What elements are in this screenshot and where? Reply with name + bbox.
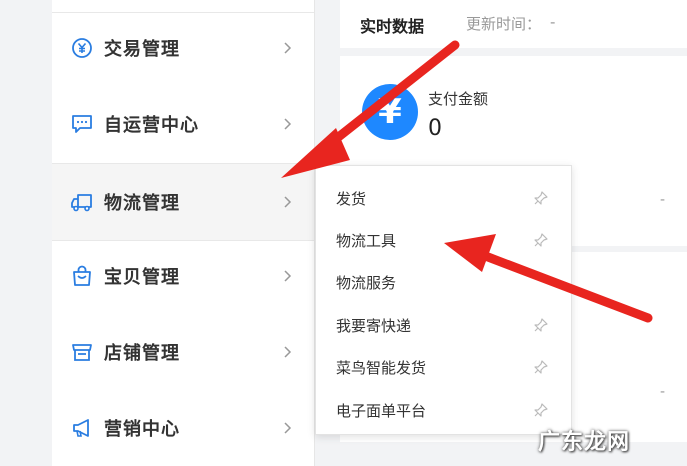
pin-icon[interactable] [533,317,549,333]
truck-icon [70,190,94,214]
submenu-item-send-express[interactable]: 我要寄快递 [316,304,571,346]
submenu-item-label: 我要寄快递 [336,316,412,335]
sidebar-item-transaction-management[interactable]: 交易管理 [52,10,314,86]
sidebar-item-marketing-center[interactable]: 营销中心 [52,390,314,466]
submenu-item-label: 物流工具 [336,231,397,250]
submenu-item-label: 发货 [336,189,367,208]
card-trend: - [660,192,666,208]
submenu-item-logistics-tools[interactable]: 物流工具 [316,219,571,261]
card-trend: - [660,384,666,400]
storefront-icon [70,340,94,364]
megaphone-icon [70,416,94,440]
sidebar-item-store-management[interactable]: 店铺管理 [52,314,314,390]
submenu-item-label: 物流服务 [336,273,397,292]
submenu-item-logistics-services[interactable]: 物流服务 [316,261,571,303]
submenu-item-ship[interactable]: 发货 [316,177,571,219]
sidebar-item-label: 宝贝管理 [104,267,180,288]
sidebar-item-label: 自运营中心 [104,115,199,136]
shopping-bag-icon [70,264,94,288]
tab-bar: 实时数据 更新时间： - [340,0,687,48]
sidebar-item-label: 交易管理 [104,39,180,60]
sidebar-item-product-management[interactable]: 宝贝管理 [52,238,314,314]
submenu-item-e-waybill-platform[interactable]: 电子面单平台 [316,389,571,431]
sidebar: 交易管理 自运营中心 物流管理 宝贝管理 店铺管理 营销中心 [52,0,315,466]
sidebar-item-logistics-management[interactable]: 物流管理 [52,163,314,241]
pin-icon[interactable] [533,232,549,248]
pin-icon[interactable] [533,359,549,375]
watermark-text: 广东龙网 [538,430,631,455]
tab-realtime-data[interactable]: 实时数据 [360,13,424,37]
card-title: 支付金额 [428,90,489,108]
chat-bubble-icon [70,112,94,136]
pin-icon[interactable] [533,190,549,206]
yen-circle-icon [70,36,94,60]
card-value: 0 [428,116,442,141]
chevron-right-icon [284,270,294,282]
sidebar-item-label: 物流管理 [104,193,180,214]
chevron-right-icon [284,422,294,434]
chevron-right-icon [284,42,294,54]
chevron-right-icon [284,346,294,358]
chevron-right-icon [284,196,294,208]
submenu-item-label: 菜鸟智能发货 [336,358,427,377]
submenu-item-cainiao-smart-shipping[interactable]: 菜鸟智能发货 [316,346,571,388]
pin-icon[interactable] [533,402,549,418]
sidebar-item-label: 营销中心 [104,419,180,440]
update-time-value: - [550,13,556,31]
logistics-submenu: 发货 物流工具 物流服务 我要寄快递 菜鸟智能发货 电子面单平台 [315,165,572,435]
sidebar-item-label: 店铺管理 [104,343,180,364]
update-time-label: 更新时间： [466,15,542,33]
chevron-right-icon [284,118,294,130]
submenu-item-label: 电子面单平台 [336,401,427,420]
yen-coin-icon: ¥ [362,84,418,140]
sidebar-item-self-operation-center[interactable]: 自运营中心 [52,86,314,162]
